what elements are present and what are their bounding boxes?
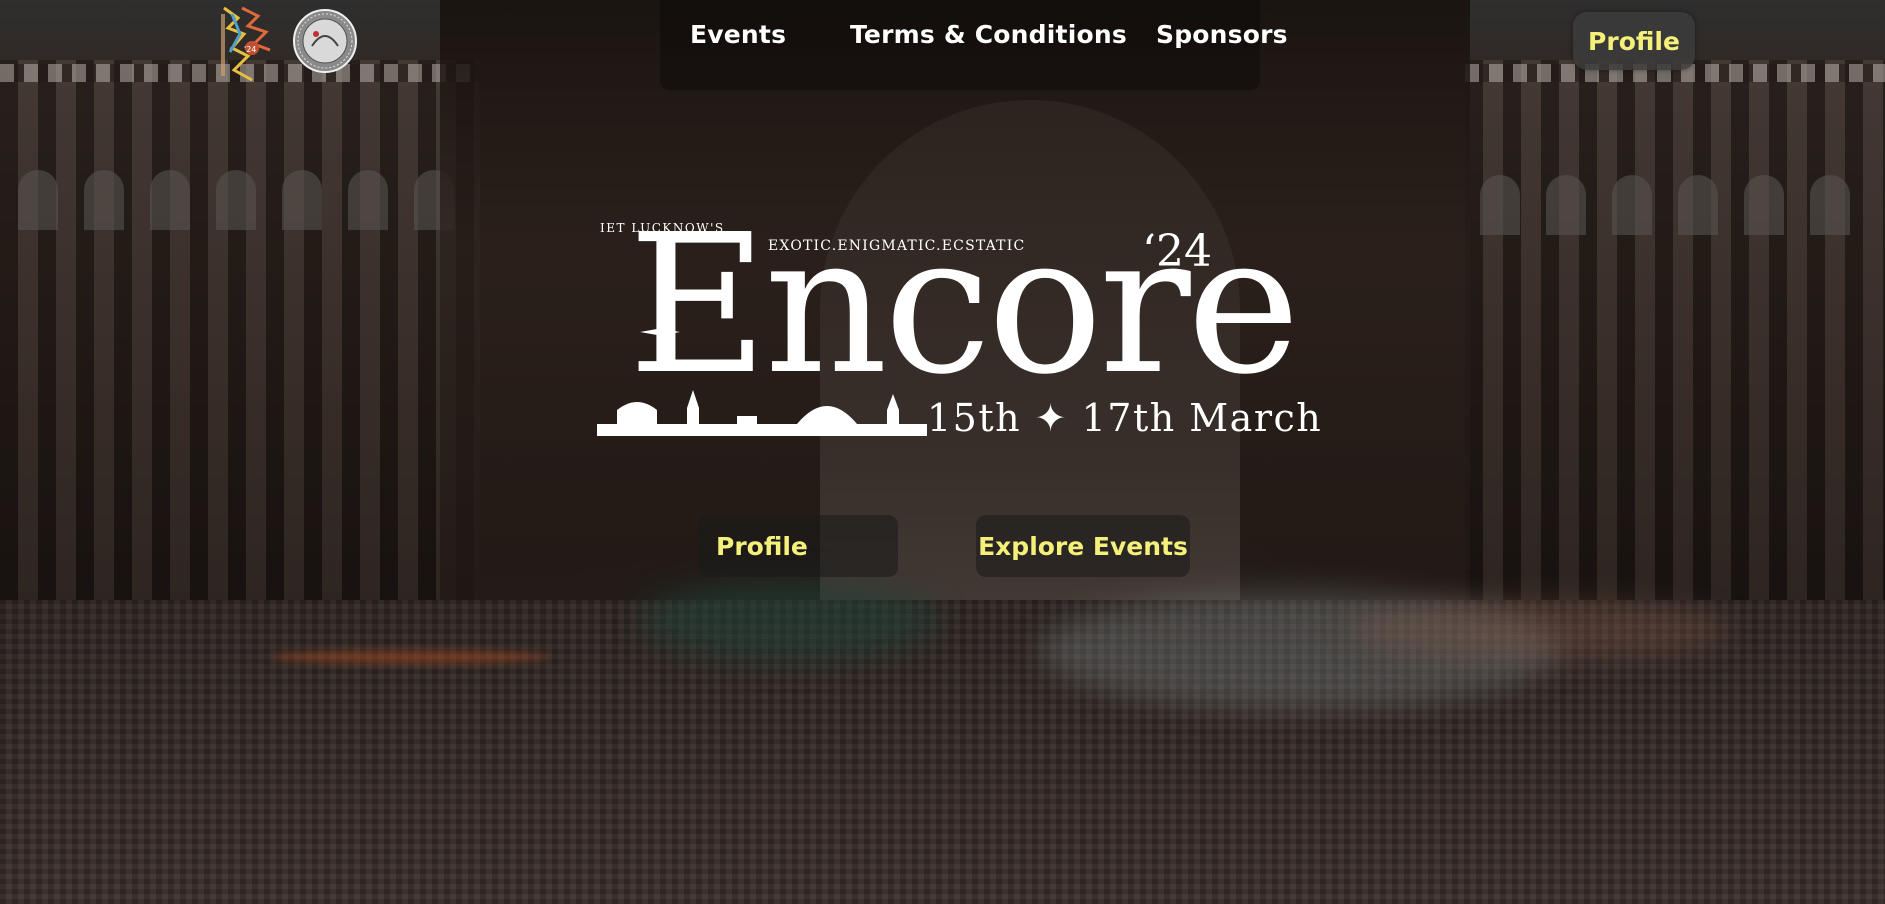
sparkle-icon [640, 312, 680, 352]
nav-profile-button[interactable]: Profile [1573, 12, 1695, 70]
skyline-icon [597, 390, 927, 436]
nav-link-events[interactable]: Events [690, 20, 786, 49]
background-dim-overlay [0, 0, 1885, 904]
hero-year: ‘24 [1142, 226, 1212, 277]
explore-events-button[interactable]: Explore Events [976, 515, 1190, 577]
hero-tagline: EXOTIC.ENIGMATIC.ECSTATIC [768, 238, 1026, 254]
svg-text:'24: '24 [244, 45, 256, 54]
nav-link-terms-conditions[interactable]: Terms & Conditions [850, 20, 1127, 49]
hero-presenter-label: IET LUCKNOW'S [600, 221, 725, 235]
hero-event-dates: 15th ✦ 17th March [927, 396, 1323, 440]
encore-logo-icon[interactable]: '24 [218, 4, 274, 82]
page: '24 Events Terms & Conditions Sponsors P… [0, 0, 1885, 904]
top-navigation: '24 Events Terms & Conditions Sponsors P… [0, 0, 1885, 90]
iet-logo-icon[interactable] [292, 8, 358, 74]
profile-button[interactable]: Profile [698, 515, 898, 577]
nav-link-sponsors[interactable]: Sponsors [1156, 20, 1288, 49]
hero-logo: Encore IET LUCKNOW'S EXOTIC.ENIGMATIC.EC… [592, 200, 1321, 440]
